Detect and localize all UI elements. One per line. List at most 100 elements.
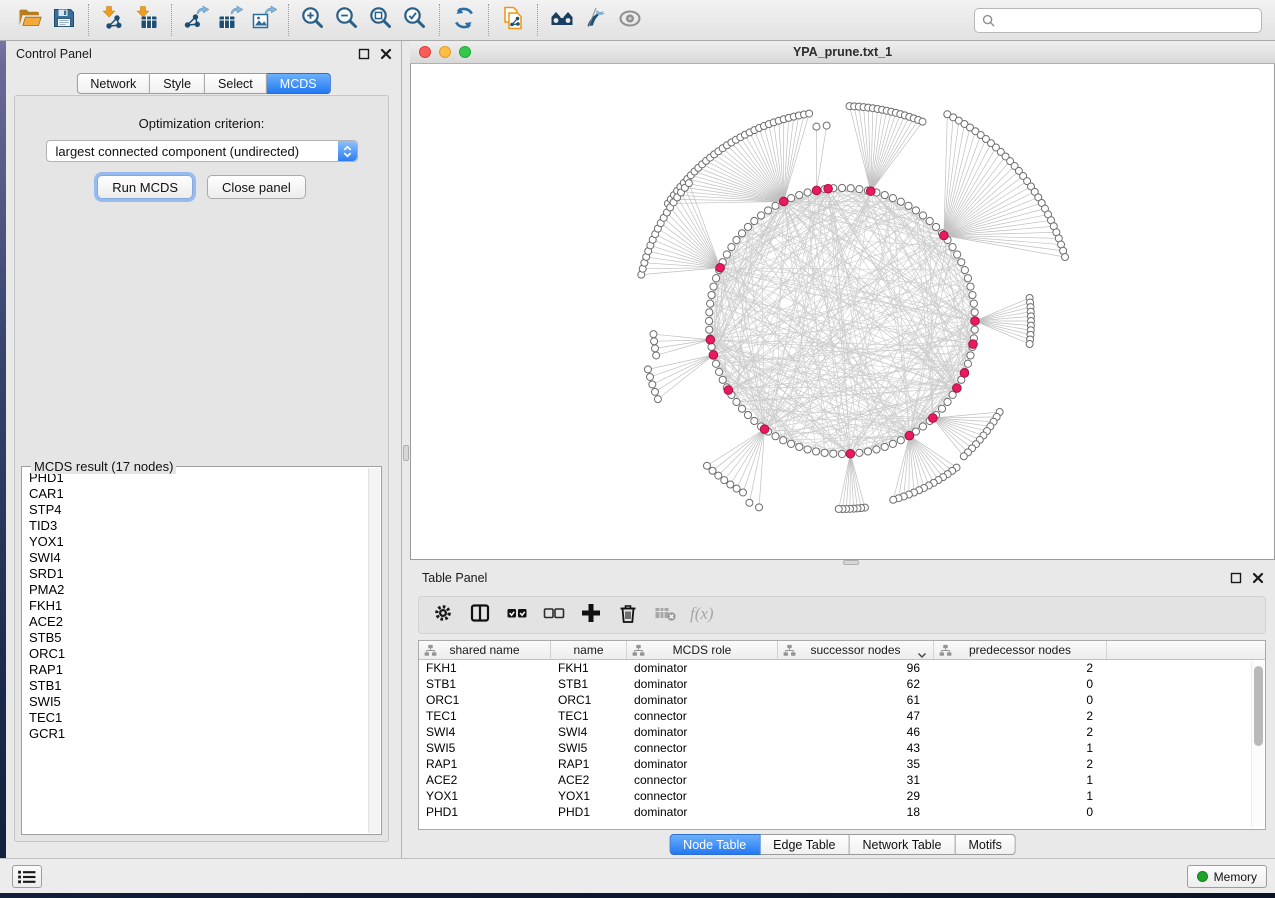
- mcds-node-item[interactable]: STP4: [29, 502, 381, 518]
- column-header-mcds-role[interactable]: MCDS role: [627, 641, 778, 659]
- export-network-button[interactable]: [179, 3, 213, 37]
- table-cell[interactable]: 61: [778, 692, 934, 708]
- table-cell[interactable]: 35: [778, 756, 934, 772]
- save-session-button[interactable]: [47, 3, 81, 37]
- table-cell[interactable]: 96: [778, 660, 934, 676]
- mcds-node-item[interactable]: SWI4: [29, 550, 381, 566]
- tab-style[interactable]: Style: [150, 73, 205, 94]
- table-cell[interactable]: 1: [934, 772, 1107, 788]
- search-box[interactable]: [974, 8, 1262, 33]
- mcds-list-scrollbar[interactable]: [368, 468, 380, 833]
- table-cell[interactable]: SWI4: [419, 724, 551, 740]
- column-header-predecessor-nodes[interactable]: predecessor nodes: [934, 641, 1107, 659]
- table-cell[interactable]: 2: [934, 660, 1107, 676]
- tab-mcds[interactable]: MCDS: [267, 73, 331, 94]
- table-cell[interactable]: RAP1: [419, 756, 551, 772]
- table-cell[interactable]: 0: [934, 804, 1107, 820]
- table-cell[interactable]: STB1: [419, 676, 551, 692]
- splitter-handle[interactable]: [403, 445, 409, 461]
- mcds-node-item[interactable]: TEC1: [29, 710, 381, 726]
- table-cell[interactable]: SWI5: [419, 740, 551, 756]
- table-row[interactable]: ACE2ACE2connector311: [419, 772, 1251, 788]
- apply-layout-button[interactable]: [447, 3, 481, 37]
- task-history-button[interactable]: [12, 865, 42, 888]
- scrollbar-thumb[interactable]: [1254, 666, 1263, 746]
- close-panel-icon[interactable]: [379, 47, 393, 61]
- tab-network-table[interactable]: Network Table: [850, 834, 956, 855]
- mcds-node-item[interactable]: ORC1: [29, 646, 381, 662]
- vertical-splitter[interactable]: [402, 41, 410, 858]
- table-cell[interactable]: 1: [934, 788, 1107, 804]
- mcds-node-item[interactable]: STB5: [29, 630, 381, 646]
- tab-motifs[interactable]: Motifs: [955, 834, 1015, 855]
- table-cell[interactable]: SWI5: [551, 740, 627, 756]
- fit-content-button[interactable]: [364, 3, 398, 37]
- mcds-node-item[interactable]: SRD1: [29, 566, 381, 582]
- clone-network-button[interactable]: [496, 3, 530, 37]
- table-cell[interactable]: FKH1: [551, 660, 627, 676]
- criterion-select[interactable]: largest connected component (undirected): [46, 140, 358, 162]
- network-window-titlebar[interactable]: YPA_prune.txt_1: [410, 41, 1275, 64]
- tab-network[interactable]: Network: [76, 73, 150, 94]
- table-cell[interactable]: connector: [627, 772, 778, 788]
- table-cell[interactable]: YOX1: [551, 788, 627, 804]
- export-image-button[interactable]: [247, 3, 281, 37]
- table-cell[interactable]: dominator: [627, 660, 778, 676]
- table-cell[interactable]: YOX1: [419, 788, 551, 804]
- export-table-button[interactable]: [213, 3, 247, 37]
- table-cell[interactable]: 2: [934, 708, 1107, 724]
- import-network-button[interactable]: [96, 3, 130, 37]
- table-row[interactable]: PHD1PHD1dominator180: [419, 804, 1251, 820]
- delete-columns-button[interactable]: [614, 601, 642, 629]
- float-panel-icon[interactable]: [357, 47, 371, 61]
- table-row[interactable]: SWI4SWI4dominator462: [419, 724, 1251, 740]
- table-row[interactable]: YOX1YOX1connector291: [419, 788, 1251, 804]
- table-cell[interactable]: 2: [934, 756, 1107, 772]
- zoom-selected-button[interactable]: [398, 3, 432, 37]
- table-cell[interactable]: dominator: [627, 756, 778, 772]
- table-cell[interactable]: 31: [778, 772, 934, 788]
- mcds-node-item[interactable]: GCR1: [29, 726, 381, 742]
- table-cell[interactable]: PHD1: [551, 804, 627, 820]
- mcds-result-list[interactable]: PHD1CAR1STP4TID3YOX1SWI4SRD1PMA2FKH1ACE2…: [22, 467, 381, 742]
- column-header-shared-name[interactable]: shared name: [419, 641, 551, 659]
- mcds-node-item[interactable]: CAR1: [29, 486, 381, 502]
- tab-select[interactable]: Select: [205, 73, 267, 94]
- table-cell[interactable]: 47: [778, 708, 934, 724]
- table-cell[interactable]: ORC1: [551, 692, 627, 708]
- table-cell[interactable]: 29: [778, 788, 934, 804]
- memory-button[interactable]: Memory: [1187, 865, 1267, 888]
- close-panel-button[interactable]: Close panel: [207, 175, 306, 199]
- run-mcds-button[interactable]: Run MCDS: [97, 175, 193, 199]
- float-panel-icon[interactable]: [1229, 571, 1243, 585]
- table-cell[interactable]: connector: [627, 708, 778, 724]
- table-row[interactable]: ORC1ORC1dominator610: [419, 692, 1251, 708]
- mcds-node-item[interactable]: ACE2: [29, 614, 381, 630]
- table-cell[interactable]: 0: [934, 692, 1107, 708]
- close-window-button[interactable]: [419, 46, 431, 58]
- table-cell[interactable]: FKH1: [419, 660, 551, 676]
- mcds-node-item[interactable]: YOX1: [29, 534, 381, 550]
- create-column-button[interactable]: [577, 601, 605, 629]
- hide-selected-button[interactable]: [579, 3, 613, 37]
- select-all-columns-button[interactable]: [503, 601, 531, 629]
- table-row[interactable]: FKH1FKH1dominator962: [419, 660, 1251, 676]
- table-cell[interactable]: RAP1: [551, 756, 627, 772]
- table-mode-gear-button[interactable]: [429, 601, 457, 629]
- table-row[interactable]: RAP1RAP1dominator352: [419, 756, 1251, 772]
- table-cell[interactable]: PHD1: [419, 804, 551, 820]
- table-cell[interactable]: 0: [934, 676, 1107, 692]
- zoom-in-button[interactable]: [296, 3, 330, 37]
- import-table-button[interactable]: [130, 3, 164, 37]
- minimize-window-button[interactable]: [439, 46, 451, 58]
- table-cell[interactable]: 2: [934, 724, 1107, 740]
- mcds-node-item[interactable]: RAP1: [29, 662, 381, 678]
- open-file-button[interactable]: [13, 3, 47, 37]
- column-header-successor-nodes[interactable]: successor nodes: [778, 641, 934, 659]
- table-cell[interactable]: ACE2: [419, 772, 551, 788]
- table-cell[interactable]: TEC1: [551, 708, 627, 724]
- search-input[interactable]: [996, 11, 1261, 31]
- table-cell[interactable]: dominator: [627, 692, 778, 708]
- close-panel-icon[interactable]: [1251, 571, 1265, 585]
- table-cell[interactable]: connector: [627, 788, 778, 804]
